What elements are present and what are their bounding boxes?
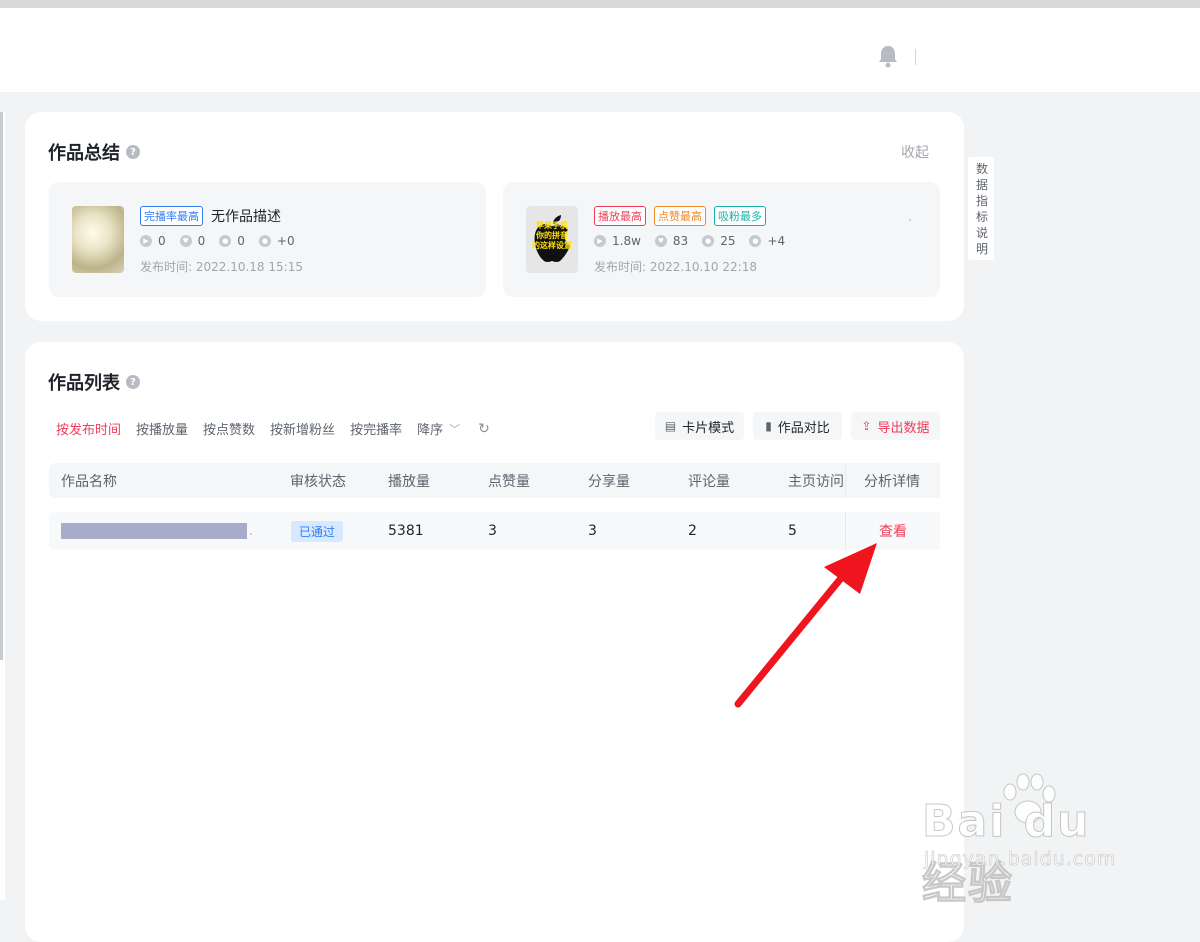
summary-title: 作品总结 ? (48, 139, 140, 165)
play-icon: ▶ (594, 235, 606, 247)
export-icon: ⇪ (861, 419, 872, 433)
help-icon[interactable]: ? (126, 375, 140, 389)
tag-most-likes: 点赞最高 (654, 206, 706, 226)
tag-most-fans: 吸粉最多 (714, 206, 766, 226)
stat-likes: 83 (672, 234, 689, 248)
stat-comments: 25 (720, 234, 736, 248)
works-list-card: 作品列表 ? 按发布时间 按播放量 按点赞数 按新增粉丝 按完播率 降序 ﹀ ↻… (25, 342, 964, 942)
work-description: 无作品描述 (211, 209, 281, 225)
cell-visits: 5 (788, 523, 797, 539)
compare-button[interactable]: ▮ 作品对比 (753, 412, 842, 440)
tag-most-plays: 播放最高 (594, 206, 646, 226)
header-divider (915, 49, 916, 65)
table-header: 作品名称 审核状态 播放量 点赞量 分享量 评论量 主页访问 分析详情 (49, 463, 940, 498)
summary-work-1[interactable]: 完播率最高 无作品描述 ▶ 0 ♥ 0 ● 0 ● +0 发布时间: 2022.10.1… (49, 182, 486, 297)
cell-plays: 5381 (388, 523, 424, 539)
cell-likes: 3 (488, 523, 497, 539)
window-top-strip (0, 0, 1200, 8)
collapse-button[interactable]: 收起 (901, 142, 929, 162)
stat-comments: 0 (237, 234, 245, 248)
status-badge: 已通过 (291, 520, 344, 542)
refresh-icon[interactable]: ↻ (478, 421, 490, 437)
stat-likes: 0 (197, 234, 206, 248)
like-icon: ♥ (654, 235, 667, 247)
work-name-cell[interactable]: . (61, 512, 253, 550)
comment-icon: ● (702, 235, 715, 247)
thumbnail-caption: 苹果手机 你的拼音 的这样设置 (532, 221, 572, 250)
stat-plays: 0 (158, 234, 166, 248)
work-thumbnail[interactable]: 苹果手机 你的拼音 的这样设置 (526, 206, 578, 273)
publish-time: 发布时间: 2022.10.10 22:18 (594, 260, 757, 274)
watermark-sub: jingyan.baidu.com (924, 848, 1117, 871)
sticky-column-header: 分析详情 (845, 463, 940, 498)
chevron-down-icon[interactable]: ﹀ (449, 421, 460, 437)
card-icon: ▤ (664, 419, 677, 433)
col-shares: 分享量 (588, 473, 630, 490)
col-name: 作品名称 (61, 473, 117, 490)
sort-order-select[interactable]: 降序 (417, 419, 443, 438)
stat-plays: 1.8w (612, 234, 641, 248)
publish-time: 发布时间: 2022.10.18 15:15 (140, 260, 303, 274)
col-plays: 播放量 (388, 473, 430, 490)
trailing-dot: . (249, 524, 253, 538)
stat-fans: +0 (276, 234, 295, 248)
col-analysis: 分析详情 (864, 473, 920, 490)
baidu-jingyan-watermark: Bai du 经验 jingyan.baidu.com (918, 770, 1148, 910)
bell-icon[interactable] (877, 44, 899, 68)
view-details-link[interactable]: 查看 (879, 512, 907, 550)
stat-fans: +4 (767, 234, 786, 248)
sticky-column-cell: 查看 (845, 512, 940, 550)
table-row[interactable]: . 已通过 5381 3 3 2 5 查看 (49, 512, 940, 550)
work-thumbnail[interactable] (72, 206, 124, 273)
tag-completion-rate: 完播率最高 (140, 206, 203, 226)
col-likes: 点赞量 (488, 473, 530, 490)
like-icon: ♥ (179, 235, 192, 247)
sort-filters: 按发布时间 按播放量 按点赞数 按新增粉丝 按完播率 降序 ﹀ ↻ (56, 419, 490, 439)
fans-icon: ● (749, 235, 762, 247)
play-icon: ▶ (140, 235, 152, 247)
export-data-button[interactable]: ⇪ 导出数据 (851, 412, 940, 440)
fans-icon: ● (258, 235, 271, 247)
chart-icon: ▮ (765, 419, 772, 433)
summary-card: 作品总结 ? 收起 完播率最高 无作品描述 ▶ 0 ♥ 0 ● 0 ● +0 发布时间:… (25, 112, 964, 321)
comment-icon: ● (219, 235, 232, 247)
help-icon[interactable]: ? (126, 145, 140, 159)
card-mode-button[interactable]: ▤ 卡片模式 (655, 412, 744, 440)
filter-likes[interactable]: 按点赞数 (203, 419, 255, 438)
col-status: 审核状态 (290, 473, 346, 490)
filter-completion-rate[interactable]: 按完播率 (350, 419, 402, 438)
list-title: 作品列表 ? (48, 369, 140, 395)
work-name-redacted (61, 523, 247, 539)
filter-plays[interactable]: 按播放量 (136, 419, 188, 438)
top-header (0, 8, 1200, 92)
trailing-dot: . (908, 210, 912, 224)
col-comments: 评论量 (688, 473, 730, 490)
filter-publish-time[interactable]: 按发布时间 (56, 419, 121, 438)
cell-comments: 2 (688, 523, 697, 539)
left-scrollbar[interactable] (0, 112, 3, 660)
summary-work-2[interactable]: 苹果手机 你的拼音 的这样设置 播放最高 点赞最高 吸粉最多 ▶ 1.8w ♥ 83… (503, 182, 940, 297)
col-visits: 主页访问 (788, 473, 844, 490)
filter-new-fans[interactable]: 按新增粉丝 (270, 419, 335, 438)
metrics-explanation-tab[interactable]: 数据指标说明 (968, 157, 994, 260)
cell-shares: 3 (588, 523, 597, 539)
